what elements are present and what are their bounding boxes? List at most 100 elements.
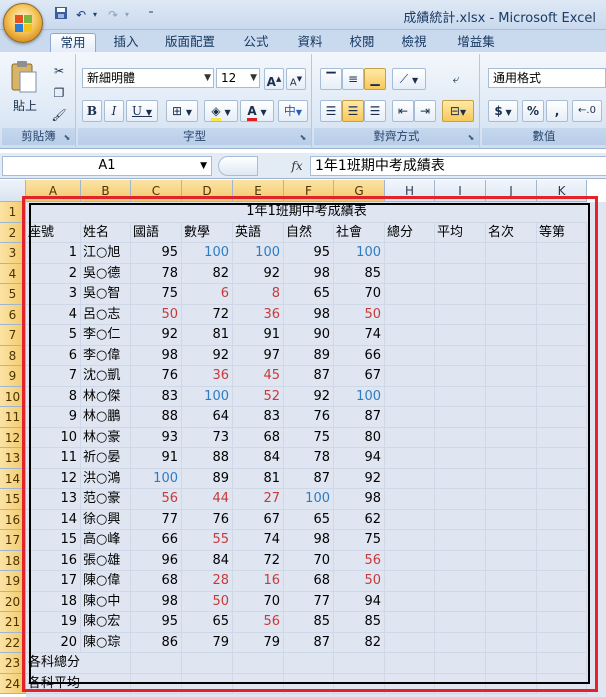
paste-button[interactable]: 貼上 — [8, 60, 42, 122]
currency-button[interactable]: $ ▼ — [488, 100, 518, 122]
empty-cell[interactable] — [435, 468, 486, 489]
score-cell[interactable]: 66 — [131, 530, 182, 551]
empty-cell[interactable] — [537, 489, 587, 510]
empty-cell[interactable] — [486, 304, 537, 325]
score-cell[interactable]: 66 — [334, 345, 385, 366]
empty-cell[interactable] — [435, 509, 486, 530]
column-header-j[interactable]: J — [486, 180, 537, 202]
score-cell[interactable]: 70 — [334, 284, 385, 305]
empty-cell[interactable] — [537, 407, 587, 428]
font-name-combo[interactable]: 新細明體 ▼ — [82, 68, 214, 88]
score-cell[interactable]: 72 — [233, 550, 284, 571]
score-cell[interactable]: 98 — [284, 304, 334, 325]
empty-cell[interactable] — [486, 509, 537, 530]
score-cell[interactable]: 56 — [131, 489, 182, 510]
empty-cell[interactable] — [537, 673, 587, 694]
name-box[interactable]: A1 ▼ — [2, 156, 212, 176]
save-icon[interactable] — [52, 6, 70, 24]
score-cell[interactable]: 81 — [233, 468, 284, 489]
empty-cell[interactable] — [435, 448, 486, 469]
row-header-3[interactable]: 3 — [0, 243, 26, 264]
summary-label-cell[interactable]: 各科平均 — [26, 673, 131, 694]
empty-cell[interactable] — [486, 632, 537, 653]
header-cell[interactable]: 總分 — [385, 222, 435, 243]
empty-cell[interactable] — [385, 530, 435, 551]
row-header-17[interactable]: 17 — [0, 530, 26, 551]
empty-cell[interactable] — [537, 632, 587, 653]
student-name-cell[interactable]: 張○雄 — [81, 550, 131, 571]
tab-view[interactable]: 檢視 — [394, 33, 434, 52]
score-cell[interactable]: 83 — [233, 407, 284, 428]
row-header-18[interactable]: 18 — [0, 550, 26, 571]
score-cell[interactable]: 88 — [182, 448, 233, 469]
score-cell[interactable]: 79 — [182, 632, 233, 653]
summary-label-cell[interactable]: 各科總分 — [26, 653, 131, 674]
empty-cell[interactable] — [537, 427, 587, 448]
score-cell[interactable]: 68 — [284, 571, 334, 592]
empty-cell[interactable] — [131, 673, 182, 694]
score-cell[interactable]: 78 — [131, 263, 182, 284]
row-header-2[interactable]: 2 — [0, 222, 26, 243]
seat-number-cell[interactable]: 19 — [26, 612, 81, 633]
score-cell[interactable]: 82 — [334, 632, 385, 653]
score-cell[interactable]: 87 — [334, 407, 385, 428]
empty-cell[interactable] — [537, 325, 587, 346]
header-cell[interactable]: 座號 — [26, 222, 81, 243]
score-cell[interactable]: 75 — [131, 284, 182, 305]
student-name-cell[interactable]: 陳○中 — [81, 591, 131, 612]
student-name-cell[interactable]: 李○仁 — [81, 325, 131, 346]
customize-toolbar-icon[interactable]: ⁼ — [142, 6, 160, 24]
column-header-f[interactable]: F — [284, 180, 334, 202]
empty-cell[interactable] — [486, 612, 537, 633]
score-cell[interactable]: 55 — [182, 530, 233, 551]
score-cell[interactable]: 90 — [284, 325, 334, 346]
student-name-cell[interactable]: 祈○晏 — [81, 448, 131, 469]
score-cell[interactable]: 65 — [182, 612, 233, 633]
formula-input[interactable]: 1年1班期中考成績表 — [310, 156, 606, 176]
student-name-cell[interactable]: 吳○德 — [81, 263, 131, 284]
score-cell[interactable]: 95 — [131, 243, 182, 264]
orientation-button[interactable]: ⟋ ▼ — [392, 68, 426, 90]
empty-cell[interactable] — [435, 427, 486, 448]
empty-cell[interactable] — [385, 345, 435, 366]
score-cell[interactable]: 70 — [233, 591, 284, 612]
empty-cell[interactable] — [435, 673, 486, 694]
seat-number-cell[interactable]: 8 — [26, 386, 81, 407]
empty-cell[interactable] — [537, 612, 587, 633]
column-header-k[interactable]: K — [537, 180, 587, 202]
empty-cell[interactable] — [385, 591, 435, 612]
align-bottom-icon[interactable]: ▁ — [364, 68, 386, 90]
row-header-1[interactable]: 1 — [0, 202, 26, 223]
empty-cell[interactable] — [385, 427, 435, 448]
score-cell[interactable]: 87 — [284, 468, 334, 489]
score-cell[interactable]: 91 — [233, 325, 284, 346]
student-name-cell[interactable]: 陳○琮 — [81, 632, 131, 653]
row-header-5[interactable]: 5 — [0, 284, 26, 305]
empty-cell[interactable] — [486, 653, 537, 674]
score-cell[interactable]: 50 — [182, 591, 233, 612]
score-cell[interactable]: 50 — [334, 571, 385, 592]
tab-insert[interactable]: 插入 — [104, 33, 148, 52]
score-cell[interactable]: 16 — [233, 571, 284, 592]
empty-cell[interactable] — [486, 345, 537, 366]
seat-number-cell[interactable]: 18 — [26, 591, 81, 612]
empty-cell[interactable] — [486, 530, 537, 551]
empty-cell[interactable] — [537, 571, 587, 592]
score-cell[interactable]: 92 — [334, 468, 385, 489]
row-header-21[interactable]: 21 — [0, 612, 26, 633]
score-cell[interactable]: 76 — [131, 366, 182, 387]
seat-number-cell[interactable]: 3 — [26, 284, 81, 305]
score-cell[interactable]: 67 — [334, 366, 385, 387]
score-cell[interactable]: 95 — [284, 243, 334, 264]
seat-number-cell[interactable]: 16 — [26, 550, 81, 571]
score-cell[interactable]: 67 — [233, 509, 284, 530]
row-header-11[interactable]: 11 — [0, 407, 26, 428]
empty-cell[interactable] — [385, 243, 435, 264]
empty-cell[interactable] — [385, 468, 435, 489]
copy-icon[interactable]: ❐ — [48, 82, 70, 104]
empty-cell[interactable] — [385, 673, 435, 694]
empty-cell[interactable] — [435, 345, 486, 366]
score-cell[interactable]: 100 — [182, 386, 233, 407]
score-cell[interactable]: 79 — [233, 632, 284, 653]
font-launcher-icon[interactable]: ⬊ — [298, 133, 308, 143]
